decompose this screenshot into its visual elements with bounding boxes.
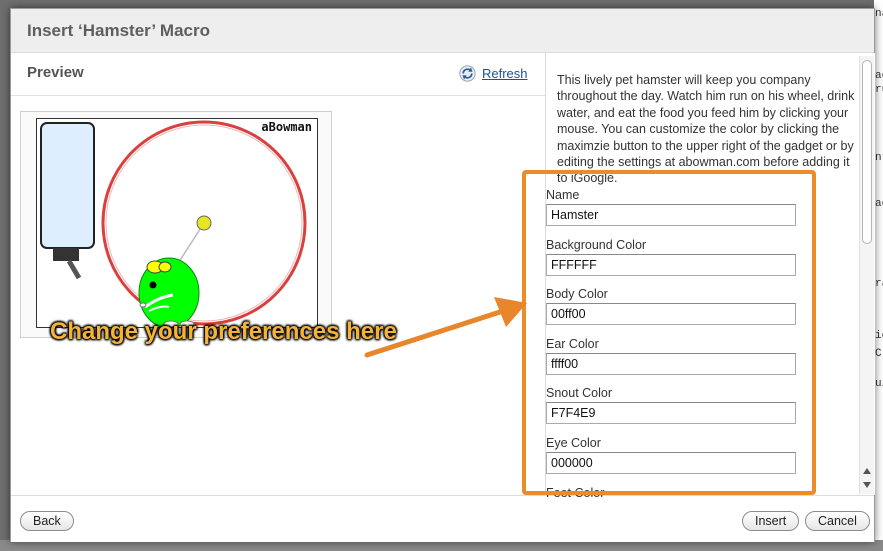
- annotation-text: Change your preferences here: [50, 318, 397, 345]
- annotation-arrow: [364, 297, 527, 358]
